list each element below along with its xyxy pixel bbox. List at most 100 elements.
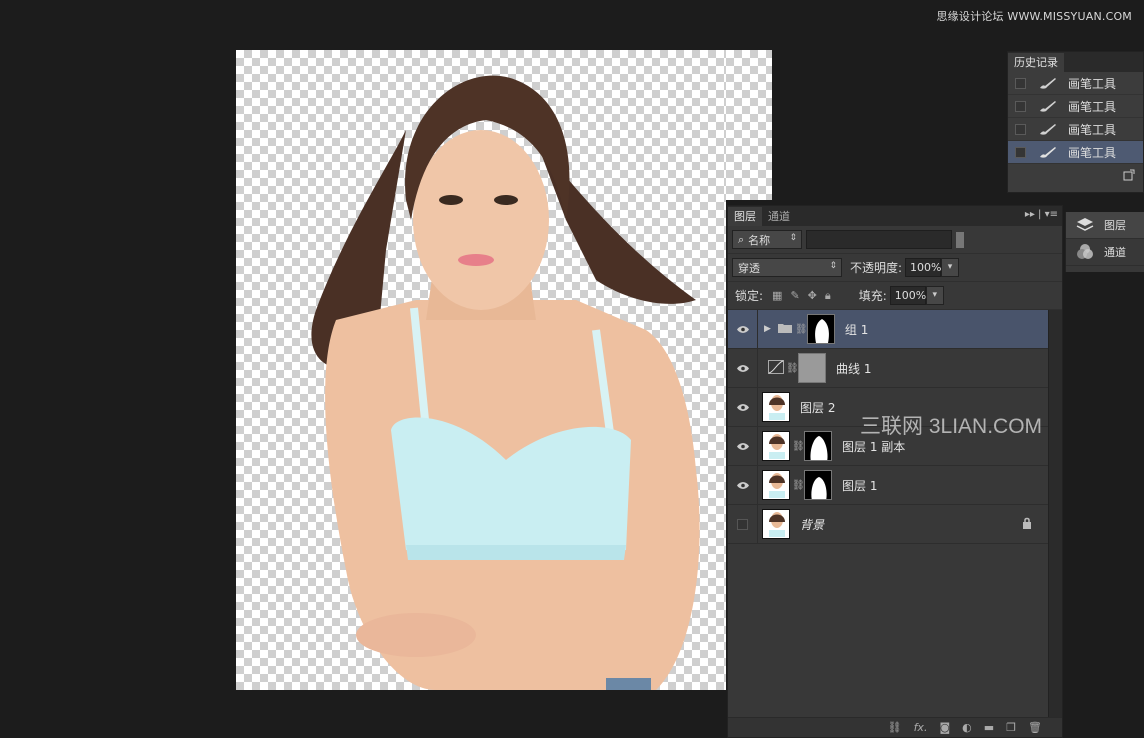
eye-icon[interactable] [728, 310, 758, 348]
dock-item-layers[interactable]: 图层 [1066, 212, 1144, 239]
opacity-input[interactable]: 100% [905, 258, 942, 277]
adjustment-layer-icon[interactable]: ◐ [962, 721, 972, 734]
folder-icon [777, 322, 793, 337]
layer-mask-thumbnail[interactable] [804, 431, 832, 461]
tab-history[interactable]: 历史记录 [1008, 53, 1064, 72]
collapsed-panel-dock: 图层 通道 [1065, 212, 1144, 272]
fill-input[interactable]: 100% [889, 286, 926, 305]
new-document-from-state-icon[interactable] [1123, 169, 1135, 184]
trash-icon[interactable]: 🗑︎ [1028, 721, 1042, 734]
layer-thumbnail[interactable] [762, 509, 790, 539]
new-group-icon[interactable]: ▬ [984, 721, 994, 734]
expand-triangle-icon[interactable]: ▶ [764, 324, 771, 334]
blend-row: 穿透 ⇕ 不透明度: 100% ▾ [728, 254, 1062, 282]
dock-item-label: 图层 [1104, 219, 1126, 232]
history-footer [1008, 164, 1143, 188]
history-snapshot-checkbox[interactable] [1015, 77, 1026, 89]
canvas-transparent-area [726, 50, 772, 200]
history-item-label: 画笔工具 [1068, 122, 1117, 137]
lock-label: 锁定: [735, 289, 764, 303]
blend-mode-select[interactable]: 穿透 ⇕ [732, 258, 842, 277]
fill-label: 填充: [858, 289, 887, 303]
layer-name[interactable]: 背景 [800, 516, 824, 533]
panel-menu-icon[interactable]: ▸▸ | ▾≡ [1025, 209, 1058, 220]
document-canvas[interactable] [236, 50, 726, 690]
history-item[interactable]: 画笔工具 [1008, 72, 1143, 95]
history-item-label: 画笔工具 [1068, 145, 1117, 160]
add-mask-icon[interactable]: ◙ [939, 721, 950, 734]
layer-name[interactable]: 曲线 1 [836, 360, 871, 377]
filter-kind-select[interactable]: ⌕ 名称 ⇕ [732, 230, 802, 249]
lock-all-icon[interactable]: 🔒︎ [825, 289, 831, 303]
history-item[interactable]: 画笔工具 [1008, 118, 1143, 141]
watermark-overlay: 三联网 3LIAN.COM [860, 415, 1043, 438]
lock-position-icon[interactable]: ✥ [808, 289, 817, 303]
history-item-label: 画笔工具 [1068, 99, 1117, 114]
brush-icon [1038, 99, 1062, 113]
tab-channels[interactable]: 通道 [762, 207, 796, 226]
history-item[interactable]: 画笔工具 [1008, 95, 1143, 118]
layer-thumbnail[interactable] [762, 470, 790, 500]
opacity-label: 不透明度: [850, 261, 903, 275]
model-photo [311, 75, 700, 690]
eye-icon[interactable] [728, 388, 758, 426]
layers-tabbar: 图层 通道 ▸▸ | ▾≡ [728, 206, 1062, 226]
layer-name[interactable]: 组 1 [845, 321, 868, 338]
layer-name[interactable]: 图层 1 [842, 477, 877, 494]
search-icon: ⌕ [738, 232, 745, 246]
layer-row-curves-1[interactable]: ⛓ 曲线 1 [728, 349, 1048, 388]
layer-thumbnail[interactable] [762, 431, 790, 461]
layer-mask-thumbnail[interactable] [798, 353, 826, 383]
mask-link-icon[interactable]: ⛓ [792, 480, 805, 491]
link-layers-icon[interactable]: ⛓ [888, 721, 902, 734]
history-item-label: 画笔工具 [1068, 76, 1117, 91]
mask-link-icon[interactable]: ⛓ [786, 363, 799, 374]
lock-row: 锁定: ▦ ✎ ✥ 🔒︎ 填充: 100% ▾ [728, 282, 1062, 310]
fill-dropdown-button[interactable]: ▾ [925, 286, 944, 305]
fx-icon[interactable]: fx. [914, 721, 928, 734]
tab-layers[interactable]: 图层 [728, 207, 762, 226]
eye-icon[interactable] [728, 427, 758, 465]
visibility-toggle-empty[interactable] [728, 505, 758, 543]
layer-row-layer-1[interactable]: ⛓ 图层 1 [728, 466, 1048, 505]
updown-arrow-icon: ⇕ [789, 233, 797, 243]
updown-arrow-icon: ⇕ [829, 261, 837, 271]
eye-icon[interactable] [728, 349, 758, 387]
layer-name[interactable]: 图层 2 [800, 399, 835, 416]
layer-row-background[interactable]: 背景 [728, 505, 1048, 544]
dock-item-channels[interactable]: 通道 [1066, 239, 1144, 266]
filter-row: ⌕ 名称 ⇕ [728, 226, 1062, 254]
eye-icon[interactable] [728, 466, 758, 504]
lock-image-pixels-icon[interactable]: ✎ [790, 289, 799, 303]
layers-scrollbar[interactable] [1048, 310, 1062, 718]
history-item-active[interactable]: 画笔工具 [1008, 141, 1143, 164]
history-snapshot-checkbox[interactable] [1015, 123, 1026, 135]
filter-kind-value: 名称 [748, 233, 771, 247]
layers-footer-toolbar: ⛓ fx. ◙ ◐ ▬ ❐ 🗑︎ [728, 717, 1062, 737]
brush-icon [1038, 76, 1062, 90]
new-layer-icon[interactable]: ❐ [1006, 721, 1016, 734]
history-panel: 历史记录 画笔工具 画笔工具 画笔工具 画笔工具 [1007, 51, 1144, 193]
layers-panel: 图层 通道 ▸▸ | ▾≡ ⌕ 名称 ⇕ 穿透 ⇕ 不透明度: 100% ▾ 锁… [727, 205, 1063, 738]
layer-thumbnail[interactable] [762, 392, 790, 422]
brush-icon [1038, 145, 1062, 159]
layer-name[interactable]: 图层 1 副本 [842, 438, 905, 455]
mask-link-icon[interactable]: ⛓ [792, 441, 805, 452]
filter-text-input[interactable] [806, 230, 952, 249]
filter-toggle-switch[interactable] [956, 231, 964, 248]
history-tabbar: 历史记录 [1008, 52, 1143, 72]
layers-icon [1076, 216, 1094, 234]
curves-adjustment-icon[interactable] [768, 359, 784, 377]
layer-mask-thumbnail[interactable] [804, 470, 832, 500]
watermark-text: 思缘设计论坛 WWW.MISSYUAN.COM [936, 10, 1132, 23]
brush-icon [1038, 122, 1062, 136]
lock-transparent-pixels-icon[interactable]: ▦ [772, 289, 782, 303]
layer-row-group-1[interactable]: ▶ ⛓ 组 1 [728, 310, 1048, 349]
opacity-dropdown-button[interactable]: ▾ [941, 258, 960, 277]
history-snapshot-checkbox[interactable] [1015, 146, 1026, 158]
mask-link-icon[interactable]: ⛓ [795, 324, 808, 335]
channels-icon [1076, 243, 1094, 261]
dock-item-label: 通道 [1104, 246, 1126, 259]
history-snapshot-checkbox[interactable] [1015, 100, 1026, 112]
layer-mask-thumbnail[interactable] [806, 314, 835, 344]
